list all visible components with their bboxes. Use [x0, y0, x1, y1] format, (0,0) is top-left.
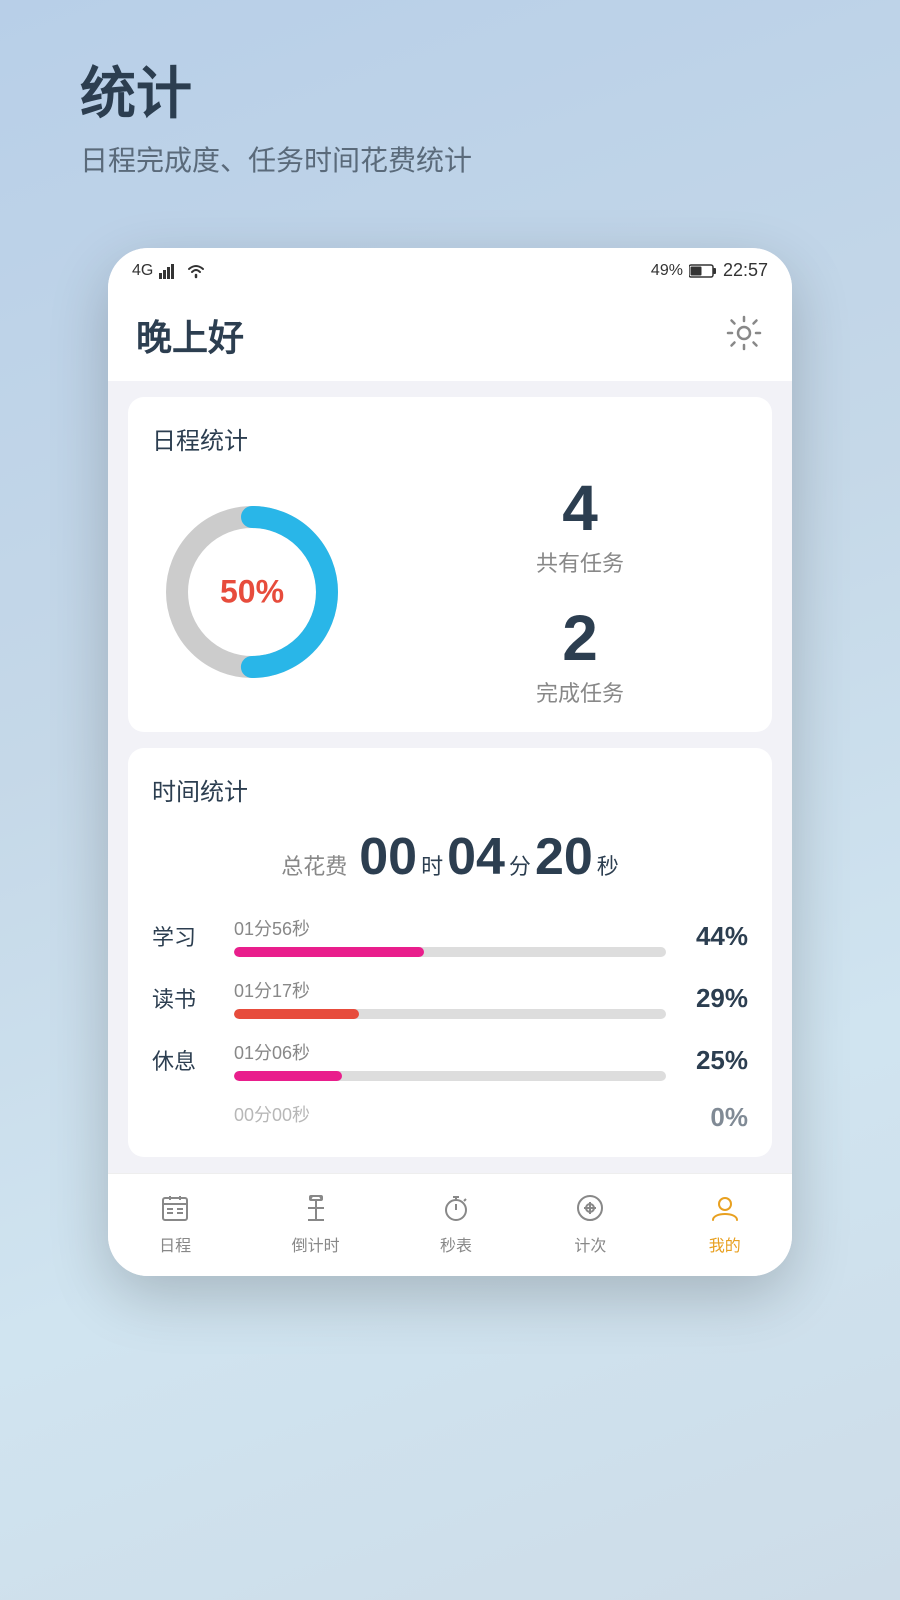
category-list: 学习 01分56秒 44% 读书 01分17秒	[152, 915, 748, 1133]
nav-stopwatch-label: 秒表	[440, 1232, 472, 1256]
nav-schedule[interactable]: 日程	[157, 1190, 193, 1256]
page-subtitle: 日程完成度、任务时间花费统计	[80, 139, 820, 179]
done-tasks-item: 2 完成任务	[412, 606, 748, 708]
battery-text: 49%	[651, 262, 683, 280]
category-percent-1: 29%	[678, 983, 748, 1014]
wifi-icon	[185, 263, 207, 279]
category-row-0: 学习 01分56秒 44%	[152, 915, 748, 957]
nav-counter-label: 计次	[574, 1232, 606, 1256]
time-card: 时间统计 总花费 00 时 04 分 20 秒 学习 01分56秒	[128, 748, 772, 1157]
stats-numbers: 4 共有任务 2 完成任务	[392, 476, 748, 708]
category-details-2: 01分06秒	[234, 1039, 666, 1081]
category-details-0: 01分56秒	[234, 915, 666, 957]
total-tasks-label: 共有任务	[412, 546, 748, 578]
stopwatch-icon	[438, 1190, 474, 1226]
time-total: 总花费 00 时 04 分 20 秒	[152, 827, 748, 887]
category-time-0: 01分56秒	[234, 915, 666, 941]
category-percent-2: 25%	[678, 1045, 748, 1076]
greeting-text: 晚上好	[136, 309, 244, 361]
battery-icon	[689, 263, 717, 279]
page-title: 统计	[80, 60, 820, 127]
main-content: 日程统计 50% 4 共有任务	[108, 381, 792, 1173]
app-header: 晚上好	[108, 289, 792, 381]
status-right: 49% 22:57	[651, 260, 768, 281]
total-label: 总花费	[281, 849, 347, 881]
category-time-3: 00分00秒	[234, 1101, 666, 1127]
schedule-icon	[157, 1190, 193, 1226]
donut-chart: 50%	[152, 492, 352, 692]
nav-counter[interactable]: 计次	[572, 1190, 608, 1256]
category-details-1: 01分17秒	[234, 977, 666, 1019]
category-time-1: 01分17秒	[234, 977, 666, 1003]
done-tasks-number: 2	[412, 606, 748, 670]
schedule-stats: 50% 4 共有任务 2 完成任务	[152, 476, 748, 708]
hours-display: 00	[359, 827, 417, 887]
progress-fill-0	[234, 947, 424, 957]
gear-icon	[724, 313, 764, 353]
category-details-3: 00分00秒	[234, 1101, 666, 1133]
progress-fill-2	[234, 1071, 342, 1081]
nav-countdown-label: 倒计时	[292, 1232, 340, 1256]
category-percent-3: 0%	[678, 1102, 748, 1133]
nav-profile[interactable]: 我的	[707, 1190, 743, 1256]
category-row-2: 休息 01分06秒 25%	[152, 1039, 748, 1081]
schedule-card: 日程统计 50% 4 共有任务	[128, 397, 772, 732]
done-tasks-label: 完成任务	[412, 676, 748, 708]
status-bar: 4G 49% 22:57	[108, 248, 792, 289]
progress-bg-1	[234, 1009, 666, 1019]
settings-button[interactable]	[724, 313, 764, 358]
progress-bg-0	[234, 947, 666, 957]
time-display: 22:57	[723, 260, 768, 281]
minute-unit: 分	[509, 849, 531, 881]
minutes-display: 04	[447, 827, 505, 887]
page-header: 统计 日程完成度、任务时间花费统计	[0, 0, 900, 209]
nav-profile-label: 我的	[709, 1232, 741, 1256]
category-row-1: 读书 01分17秒 29%	[152, 977, 748, 1019]
category-row-3: 00分00秒 0%	[152, 1101, 748, 1133]
progress-fill-1	[234, 1009, 359, 1019]
time-card-title: 时间统计	[152, 772, 748, 807]
counter-icon	[572, 1190, 608, 1226]
phone-frame: 4G 49% 22:57 晚上好	[108, 248, 792, 1276]
category-percent-0: 44%	[678, 921, 748, 952]
signal-text: 4G	[132, 262, 153, 280]
total-tasks-number: 4	[412, 476, 748, 540]
nav-schedule-label: 日程	[159, 1232, 191, 1256]
bottom-nav: 日程 倒计时	[108, 1173, 792, 1276]
profile-icon	[707, 1190, 743, 1226]
second-unit: 秒	[597, 849, 619, 881]
progress-bg-2	[234, 1071, 666, 1081]
nav-countdown[interactable]: 倒计时	[292, 1190, 340, 1256]
donut-percent: 50%	[220, 574, 284, 611]
category-name-1: 读书	[152, 982, 222, 1014]
countdown-icon	[298, 1190, 334, 1226]
category-time-2: 01分06秒	[234, 1039, 666, 1065]
total-tasks-item: 4 共有任务	[412, 476, 748, 578]
category-name-2: 休息	[152, 1044, 222, 1076]
category-name-0: 学习	[152, 920, 222, 952]
signal-bars-icon	[159, 263, 179, 279]
hour-unit: 时	[421, 849, 443, 881]
seconds-display: 20	[535, 827, 593, 887]
status-left: 4G	[132, 262, 207, 280]
nav-stopwatch[interactable]: 秒表	[438, 1190, 474, 1256]
schedule-card-title: 日程统计	[152, 421, 748, 456]
